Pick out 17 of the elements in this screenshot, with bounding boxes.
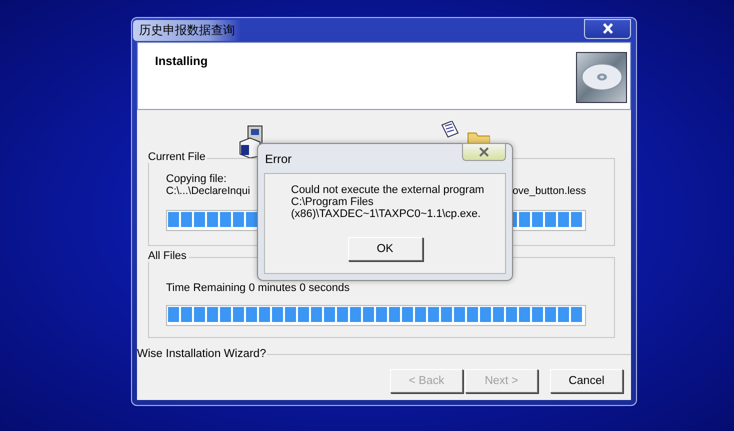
error-message: Could not execute the external program C:\Program Files (x86)\TAXDEC~1\TAXPC0~1.1\cp.exe.	[291, 184, 484, 220]
header-title: Installing	[155, 54, 208, 70]
footer-label: Wise Installation Wizard?	[137, 348, 266, 360]
close-button[interactable]	[584, 18, 631, 38]
window-title: 历史申报数据查询	[133, 20, 241, 40]
ok-button[interactable]: OK	[348, 237, 422, 261]
file-path: ove_button.less	[512, 185, 586, 197]
group-label: Current File	[148, 151, 208, 163]
time-remaining: Time Remaining 0 minutes 0 seconds	[166, 282, 351, 294]
close-icon	[602, 23, 614, 34]
wizard-button[interactable]: Cancel	[550, 369, 623, 393]
close-icon	[478, 147, 490, 157]
group-label: All Files	[148, 250, 189, 262]
dialog-title: Error	[265, 152, 292, 166]
close-button[interactable]	[462, 143, 506, 161]
copying-label: Copying file:	[166, 173, 228, 185]
file-path: C:\...\DeclareInqui	[166, 185, 250, 197]
